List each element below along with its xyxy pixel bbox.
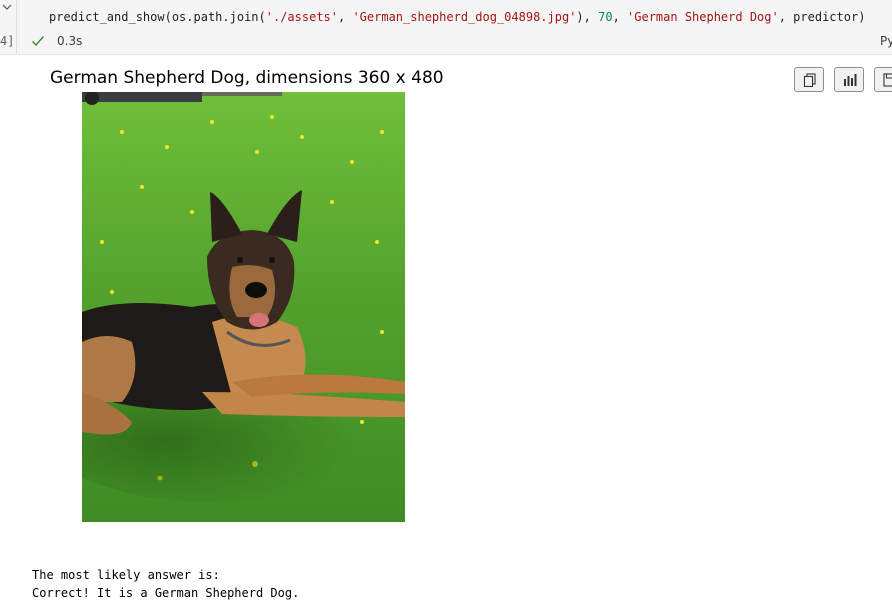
code-string-label: 'German Shepherd Dog' <box>627 10 779 24</box>
code-number-size: 70 <box>598 10 613 24</box>
code-cell[interactable]: 4] predict_and_show(os.path.join('./asse… <box>0 0 892 55</box>
code-editor-line[interactable]: predict_and_show(os.path.join('./assets'… <box>49 10 865 24</box>
check-icon <box>32 36 45 47</box>
code-string-path: './assets' <box>265 10 338 24</box>
german-shepherd-photo <box>82 92 405 522</box>
chart-output-button[interactable] <box>834 67 864 92</box>
code-separator: , <box>612 10 628 24</box>
save-icon <box>883 73 892 87</box>
kernel-language-label[interactable]: Py <box>880 34 892 48</box>
code-separator: , <box>338 10 353 24</box>
notebook-view: 4] predict_and_show(os.path.join('./asse… <box>0 0 892 602</box>
stdout-output: The most likely answer is: Correct! It is… <box>32 566 299 602</box>
code-tail: , predictor) <box>778 10 866 24</box>
save-output-button[interactable] <box>874 67 892 92</box>
chevron-down-icon[interactable] <box>2 2 12 12</box>
code-separator: ), <box>576 10 599 24</box>
stdout-line: The most likely answer is: <box>32 568 220 582</box>
execution-count: 4] <box>0 34 15 48</box>
execution-time: 0.3s <box>57 34 83 48</box>
chart-icon <box>844 74 857 86</box>
code-function-call: predict_and_show(os.path.join( <box>49 10 266 24</box>
stdout-line: Correct! It is a German Shepherd Dog. <box>32 586 300 600</box>
code-string-filename: 'German_shepherd_dog_04898.jpg' <box>352 10 577 24</box>
copy-icon <box>803 73 816 87</box>
plot-title: German Shepherd Dog, dimensions 360 x 48… <box>50 68 444 88</box>
copy-output-button[interactable] <box>794 67 824 92</box>
cell-gutter-divider <box>16 0 17 54</box>
